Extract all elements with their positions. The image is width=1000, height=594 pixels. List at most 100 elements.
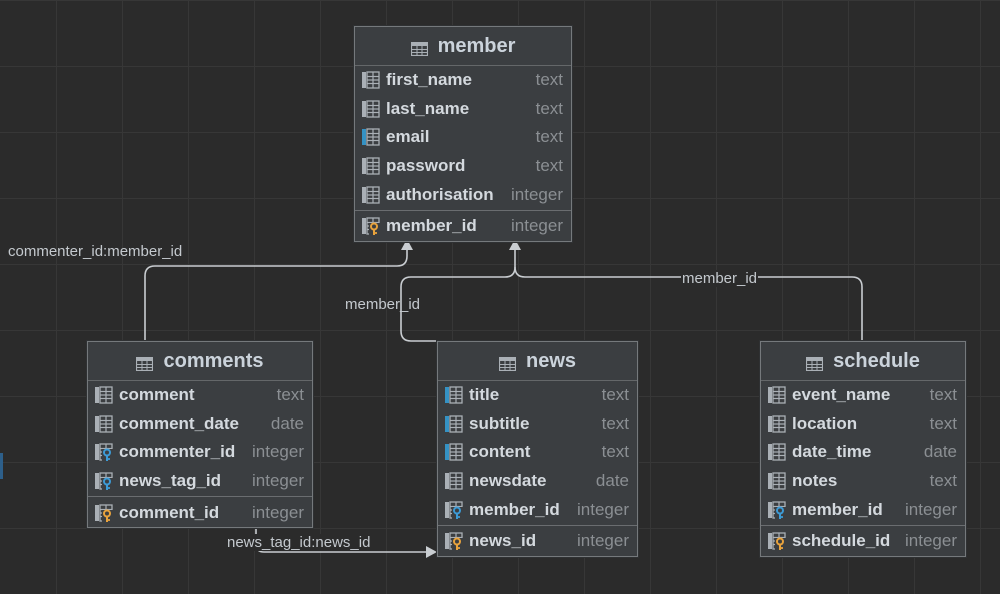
selection-marker	[0, 453, 3, 479]
column-row[interactable]: news_tag_id integer	[88, 467, 312, 496]
column-type: integer	[577, 499, 629, 519]
table-schedule[interactable]: schedule event_name text location text date_t…	[760, 341, 966, 557]
column-type: integer	[252, 502, 304, 522]
foreign-key-icon	[767, 501, 787, 519]
column-icon	[361, 100, 381, 118]
column-type: text	[929, 471, 957, 491]
column-row[interactable]: content text	[438, 438, 637, 467]
edge-label-schedule-member: member_id	[681, 270, 759, 287]
column-row[interactable]: member_id integer	[355, 212, 571, 241]
column-name: subtitle	[469, 413, 530, 433]
column-name: news_tag_id	[119, 471, 222, 491]
key-separator	[761, 524, 965, 526]
column-name: comment_date	[119, 413, 239, 433]
edge-label-commenter: commenter_id:member_id	[8, 243, 183, 260]
column-type: integer	[905, 531, 957, 551]
column-icon	[361, 71, 381, 89]
edge-label-news-tag: news_tag_id:news_id	[226, 534, 372, 551]
arrow-head-icon	[426, 546, 437, 558]
column-row[interactable]: title text	[438, 381, 637, 410]
column-icon	[767, 472, 787, 490]
diagram-canvas: commenter_id:member_id member_id member_…	[0, 0, 1000, 594]
primary-key-icon	[94, 504, 114, 522]
column-type: text	[601, 442, 629, 462]
table-header-schedule[interactable]: schedule	[761, 342, 965, 381]
column-name: content	[469, 442, 531, 462]
column-row[interactable]: notes text	[761, 467, 965, 496]
column-row[interactable]: date_time date	[761, 438, 965, 467]
column-type: text	[929, 413, 957, 433]
column-row[interactable]: member_id integer	[761, 495, 965, 524]
column-type: text	[535, 156, 563, 176]
column-row[interactable]: schedule_id integer	[761, 527, 965, 556]
column-row[interactable]: comment text	[88, 381, 312, 410]
table-header-comments[interactable]: comments	[88, 342, 312, 381]
column-icon	[767, 443, 787, 462]
column-name: comment_id	[119, 502, 220, 522]
column-row[interactable]: password text	[355, 152, 571, 181]
column-row[interactable]: subtitle text	[438, 410, 637, 439]
column-icon	[444, 472, 464, 490]
column-name: last_name	[386, 98, 470, 118]
table-title: news	[525, 349, 577, 372]
column-type: integer	[577, 531, 629, 551]
column-row[interactable]: comment_id integer	[88, 498, 312, 527]
column-row[interactable]: last_name text	[355, 95, 571, 124]
table-news[interactable]: news title text subtitle text content text news…	[437, 341, 638, 557]
column-type: text	[601, 385, 629, 405]
primary-key-icon	[767, 532, 787, 551]
column-icon	[361, 157, 381, 175]
column-type: integer	[252, 471, 304, 491]
column-row[interactable]: authorisation integer	[355, 180, 571, 209]
column-icon	[361, 186, 381, 204]
primary-key-icon	[444, 532, 464, 551]
column-name: title	[469, 385, 500, 405]
column-type: text	[535, 127, 563, 147]
column-row[interactable]: newsdate date	[438, 467, 637, 496]
key-separator	[355, 209, 571, 211]
column-row[interactable]: news_id integer	[438, 527, 637, 556]
foreign-key-icon	[94, 472, 114, 491]
table-header-member[interactable]: member	[355, 27, 571, 66]
column-row[interactable]: first_name text	[355, 66, 571, 95]
table-header-news[interactable]: news	[438, 342, 637, 381]
column-row[interactable]: location text	[761, 410, 965, 439]
column-name: member_id	[386, 216, 477, 236]
edge-label-news-member: member_id	[345, 296, 421, 313]
column-icon	[94, 415, 114, 433]
column-name: comment	[119, 385, 195, 405]
column-name: event_name	[792, 385, 891, 405]
unique-column-icon	[444, 443, 464, 462]
column-name: location	[792, 413, 858, 433]
column-type: text	[276, 385, 304, 405]
table-icon	[498, 354, 517, 372]
column-name: member_id	[469, 499, 560, 519]
column-name: first_name	[386, 70, 472, 90]
column-name: commenter_id	[119, 442, 236, 462]
table-comments[interactable]: comments comment text comment_date date comme…	[87, 341, 313, 528]
column-name: newsdate	[469, 471, 547, 491]
unique-column-icon	[444, 386, 464, 404]
column-name: date_time	[792, 442, 872, 462]
column-row[interactable]: member_id integer	[438, 495, 637, 524]
column-name: email	[386, 127, 430, 147]
column-type: date	[595, 471, 629, 491]
column-name: authorisation	[386, 184, 494, 204]
column-type: date	[270, 413, 304, 433]
column-type: integer	[905, 499, 957, 519]
column-type: integer	[252, 442, 304, 462]
column-name: schedule_id	[792, 531, 891, 551]
unique-column-icon	[361, 128, 381, 147]
column-row[interactable]: commenter_id integer	[88, 438, 312, 467]
column-row[interactable]: email text	[355, 123, 571, 152]
key-separator	[88, 496, 312, 498]
table-icon	[410, 39, 428, 57]
column-type: text	[535, 98, 563, 118]
table-title: comments	[163, 349, 264, 372]
key-separator	[438, 524, 637, 526]
table-title: schedule	[833, 349, 920, 372]
table-member[interactable]: member first_name text last_name text email te…	[354, 26, 572, 242]
unique-column-icon	[444, 415, 464, 433]
column-row[interactable]: comment_date date	[88, 410, 312, 439]
column-row[interactable]: event_name text	[761, 381, 965, 410]
